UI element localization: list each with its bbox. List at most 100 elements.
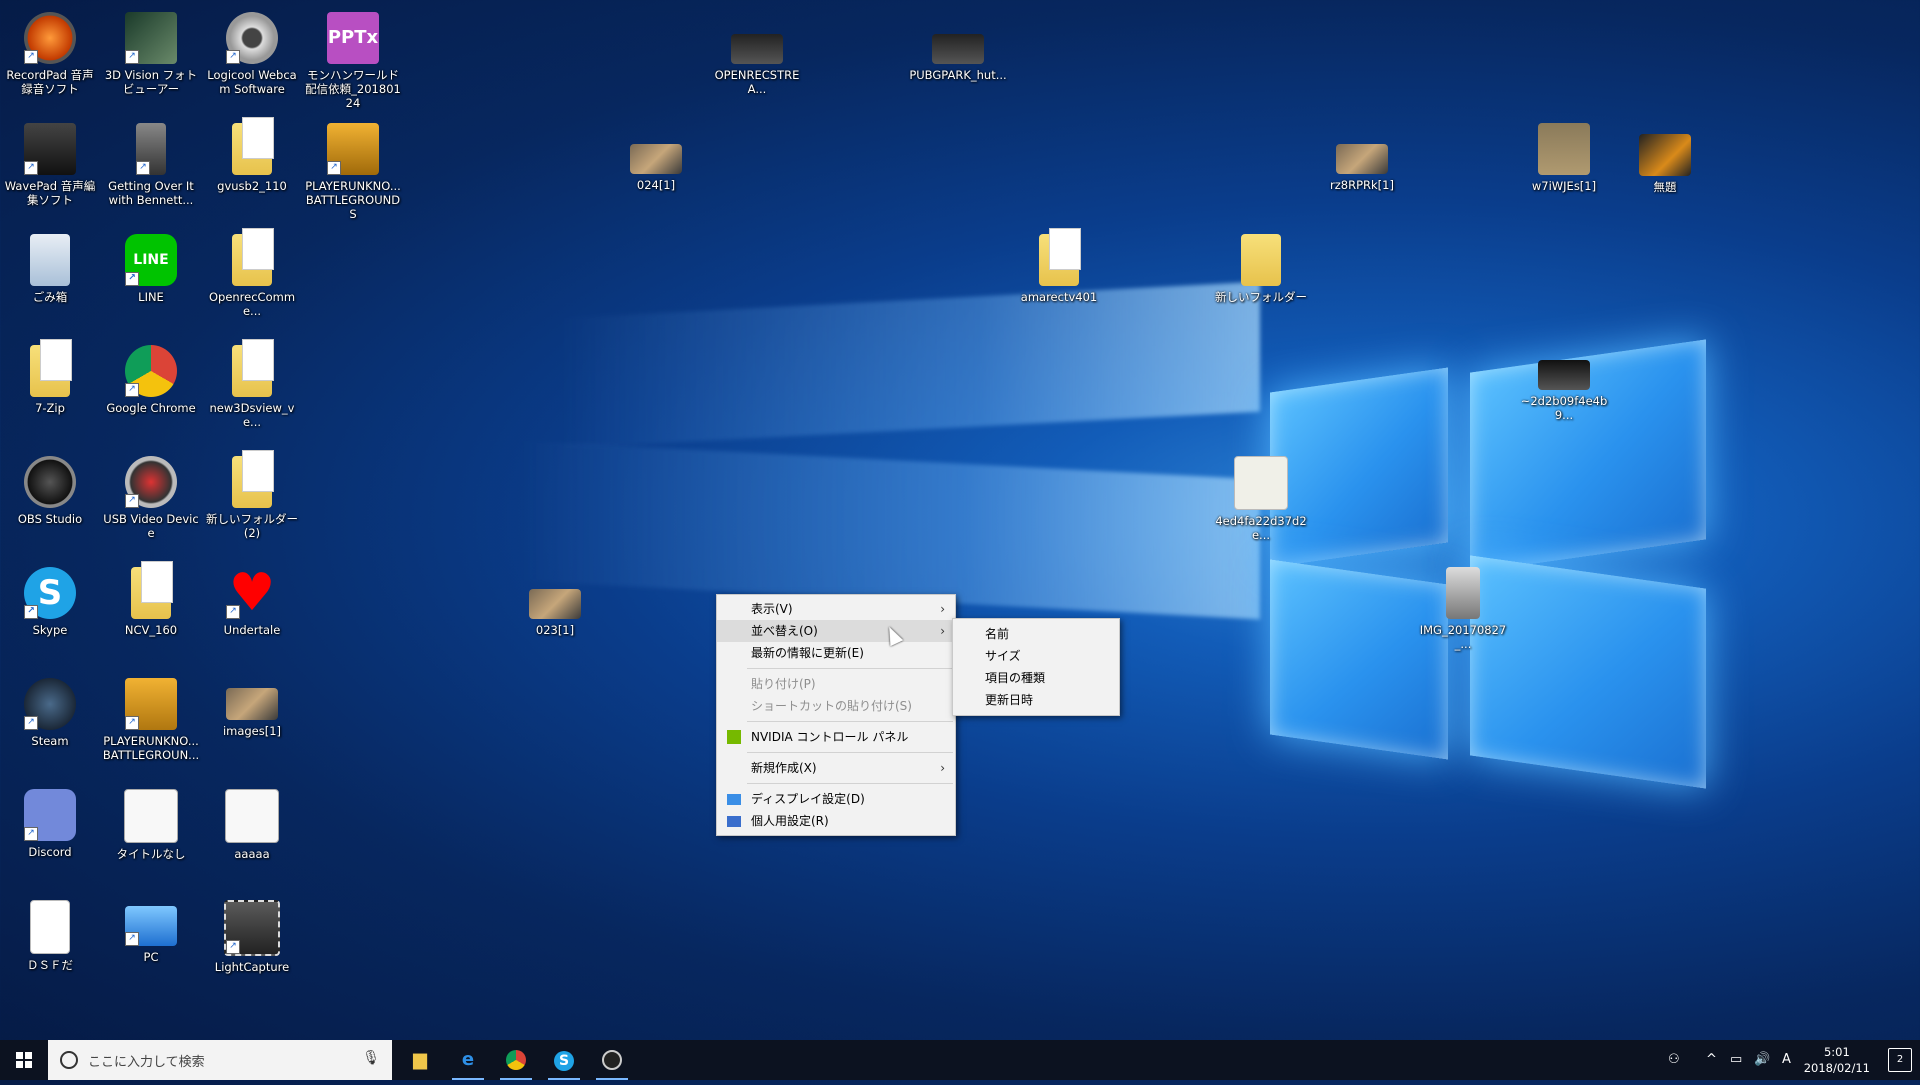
desktop-icon-logicool[interactable]: ↗ Logicool Webcam Software [203, 8, 301, 108]
taskbar-search-box[interactable]: ここに入力して検索 🎙 [48, 1040, 392, 1080]
desktop-icon-rz8rprk[interactable]: rz8RPRk[1] [1313, 140, 1411, 240]
menu-item-sort[interactable]: 並べ替え(O) › [717, 620, 955, 642]
desktop-icon-pubg-test[interactable]: ↗ PLAYERUNKNO... BATTLEGROUN... [102, 674, 200, 774]
ime-indicator[interactable]: A [1782, 1040, 1791, 1080]
desktop-icon-discord[interactable]: ↗ Discord [1, 785, 99, 885]
icon-label: w7iWJEs[1] [1531, 179, 1597, 193]
desktop-icon-skype[interactable]: S ↗ Skype [1, 563, 99, 663]
obs-icon [24, 456, 76, 508]
recordpad-icon: ↗ [24, 12, 76, 64]
desktop-icon-new-folder-2[interactable]: 新しいフォルダー (2) [203, 450, 301, 552]
desktop-icon-dsc[interactable]: ~2d2b09f4e4b9... [1515, 356, 1613, 456]
desktop-icon-gvusb[interactable]: gvusb2_110 [203, 117, 301, 219]
desktop-icon-pc[interactable]: ↗ PC [102, 896, 200, 996]
taskbar-obs[interactable] [588, 1040, 636, 1080]
desktop-icon-getting-over-it[interactable]: ↗ Getting Over It with Bennett... [102, 119, 200, 219]
folder-icon [232, 450, 274, 508]
desktop-icon-new3dsview[interactable]: new3Dsview_ve... [203, 339, 301, 441]
desktop-icon-wavepad[interactable]: ↗ WavePad 音声編集ソフト [1, 119, 99, 219]
start-button[interactable] [0, 1040, 48, 1080]
desktop-icon-pubgpark[interactable]: PUBGPARK_hut... [909, 28, 1007, 128]
document-icon [30, 900, 70, 954]
desktop-icon-obs[interactable]: OBS Studio [1, 452, 99, 552]
menu-item-display-settings[interactable]: ディスプレイ設定(D) [717, 788, 955, 810]
desktop-icon-img023[interactable]: 023[1] [506, 585, 604, 685]
desktop-icon-untitled[interactable]: 無題 [1616, 130, 1714, 230]
menu-item-refresh[interactable]: 最新の情報に更新(E) [717, 642, 955, 664]
action-center-button[interactable]: 2 [1888, 1048, 1912, 1072]
icon-label: USB Video Device [103, 512, 199, 540]
desktop-icon-undertale[interactable]: ♥ ↗ Undertale [203, 563, 301, 663]
recycle-bin-icon [30, 234, 70, 286]
icon-label: PUBGPARK_hut... [909, 68, 1007, 82]
chrome-icon: ↗ [125, 345, 177, 397]
sort-submenu: 名前 サイズ 項目の種類 更新日時 [952, 618, 1120, 716]
desktop-icon-pubg[interactable]: ↗ PLAYERUNKNO... BATTLEGROUNDS [304, 119, 402, 221]
people-icon[interactable]: ⚇ [1668, 1040, 1680, 1080]
menu-item-new[interactable]: 新規作成(X) › [717, 757, 955, 779]
shortcut-arrow-icon: ↗ [226, 605, 240, 619]
desktop-icon-images1[interactable]: images[1] [203, 674, 301, 774]
desktop-icon-taitoru[interactable]: タイトルなし [102, 785, 200, 885]
personalize-icon [727, 816, 741, 827]
taskbar-edge[interactable]: e [444, 1040, 492, 1080]
shortcut-arrow-icon: ↗ [24, 605, 38, 619]
sort-by-date[interactable]: 更新日時 [953, 689, 1119, 711]
taskbar-clock[interactable]: 5:01 2018/02/11 [1804, 1044, 1870, 1076]
shortcut-arrow-icon: ↗ [125, 383, 139, 397]
shortcut-arrow-icon: ↗ [226, 50, 240, 64]
desktop-icon-dsf[interactable]: ＤＳＦだ [1, 896, 99, 996]
tray-chevron-up-icon[interactable]: ^ [1706, 1040, 1717, 1080]
taskbar-file-explorer[interactable]: ▆ [396, 1040, 444, 1080]
image-thumbnail-icon [1446, 567, 1480, 619]
desktop-icon-amarectv[interactable]: amarectv401 [1010, 228, 1108, 330]
icon-label: WavePad 音声編集ソフト [4, 179, 96, 207]
desktop-icon-monhan[interactable]: PPTx モンハンワールド配信依頼_20180124 [304, 8, 402, 110]
desktop-icon-openrec-stream[interactable]: OPENRECSTREA... [708, 28, 806, 128]
desktop-icon-img4ed[interactable]: 4ed4fa22d37d2e... [1212, 452, 1310, 552]
desktop-icon-recordpad[interactable]: ↗ RecordPad 音声録音ソフト [1, 8, 99, 108]
desktop-icon-usb-video[interactable]: ↗ USB Video Device [102, 452, 200, 552]
desktop-icon-img-photo[interactable]: IMG_20170827_... [1414, 563, 1512, 663]
desktop-icon-img024[interactable]: 024[1] [607, 140, 705, 240]
taskbar-skype[interactable]: S [540, 1040, 588, 1080]
desktop-icon-new-folder[interactable]: 新しいフォルダー [1212, 230, 1310, 330]
menu-item-label: 個人用設定(R) [751, 814, 829, 828]
desktop-icon-7zip[interactable]: 7-Zip [1, 339, 99, 441]
menu-item-label: 表示(V) [751, 602, 793, 616]
desktop-icon-lightcapture[interactable]: ↗ LightCapture [203, 896, 301, 996]
clock-date: 2018/02/11 [1803, 1061, 1870, 1075]
menu-item-nvidia[interactable]: NVIDIA コントロール パネル [717, 726, 955, 748]
menu-separator [747, 783, 953, 784]
desktop-icon-aaaaa[interactable]: aaaaa [203, 785, 301, 885]
network-icon[interactable]: ▭ [1730, 1040, 1742, 1080]
desktop-icon-3dvision[interactable]: ↗ 3D Vision フォトビューアー [102, 8, 200, 108]
desktop-icon-chrome[interactable]: ↗ Google Chrome [102, 341, 200, 441]
sort-by-size[interactable]: サイズ [953, 645, 1119, 667]
sort-by-type[interactable]: 項目の種類 [953, 667, 1119, 689]
desktop[interactable]: ↗ RecordPad 音声録音ソフト ↗ WavePad 音声編集ソフト ごみ… [0, 0, 1920, 1040]
microphone-icon[interactable]: 🎙 [362, 1050, 380, 1066]
chevron-right-icon: › [940, 602, 945, 616]
desktop-icon-trash[interactable]: ごみ箱 [1, 230, 99, 330]
sort-by-name[interactable]: 名前 [953, 623, 1119, 645]
icon-label: モンハンワールド配信依頼_20180124 [305, 68, 401, 110]
desktop-icon-w7iwjes[interactable]: w7iWJEs[1] [1515, 119, 1613, 219]
image-thumbnail-icon [225, 789, 279, 843]
menu-item-view[interactable]: 表示(V) › [717, 598, 955, 620]
volume-icon[interactable]: 🔊 [1754, 1040, 1770, 1080]
icon-label: amarectv401 [1020, 290, 1098, 304]
notification-count: 2 [1896, 1054, 1904, 1065]
desktop-icon-line[interactable]: LINE ↗ LINE [102, 230, 200, 330]
desktop-icon-openrec-comment[interactable]: OpenrecComme... [203, 228, 301, 330]
obs-icon [602, 1050, 622, 1070]
taskbar-chrome[interactable] [492, 1040, 540, 1080]
film-icon: ↗ [224, 900, 280, 956]
usb-video-icon: ↗ [125, 456, 177, 508]
desktop-icon-steam[interactable]: ↗ Steam [1, 674, 99, 774]
chrome-icon [506, 1050, 526, 1070]
icon-label: ＤＳＦだ [27, 958, 73, 972]
desktop-icon-ncv[interactable]: NCV_160 [102, 561, 200, 663]
icon-label: NCV_160 [124, 623, 178, 637]
menu-item-personalize[interactable]: 個人用設定(R) [717, 810, 955, 832]
